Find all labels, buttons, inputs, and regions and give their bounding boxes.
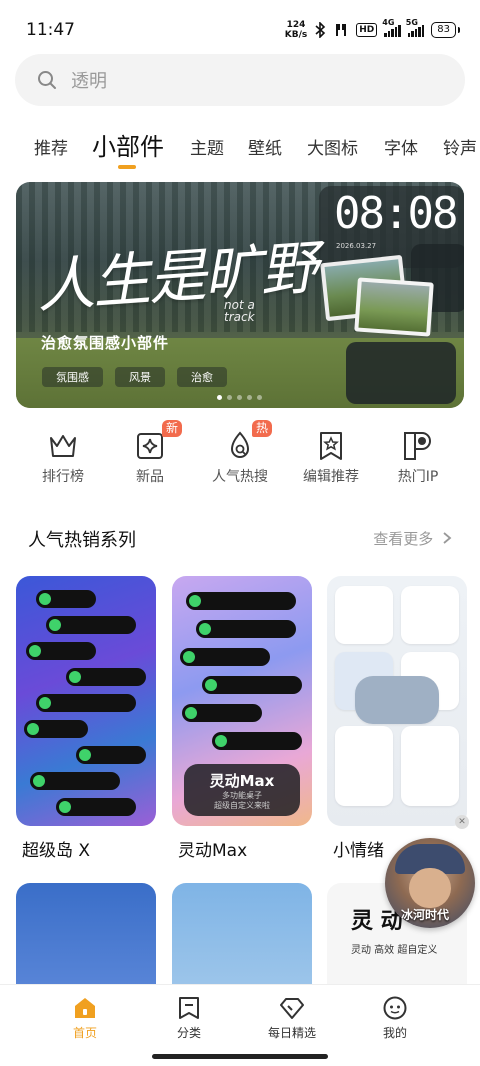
widget-tile [401, 586, 459, 644]
widget-pill [186, 592, 296, 610]
shortcut-new[interactable]: 新 新品 [105, 420, 195, 486]
widget-tile [335, 586, 393, 644]
product-name: 灵动Max [178, 841, 248, 861]
widget-pill [26, 642, 96, 660]
star-bookmark-icon [313, 428, 349, 464]
pagination-dot [247, 395, 252, 400]
earbuds-icon [336, 24, 347, 36]
status-time: 11:47 [26, 20, 75, 40]
banner-clock-time: 08:08 [334, 188, 458, 239]
product-card[interactable] [16, 883, 156, 993]
ip-icon [400, 428, 436, 464]
home-icon [72, 995, 98, 1021]
diamond-icon [279, 995, 305, 1021]
profile-icon [382, 995, 408, 1021]
tab-fonts[interactable]: 字体 [384, 134, 418, 159]
pagination-dot [237, 395, 242, 400]
product-card-little-mood[interactable] [327, 576, 467, 826]
widget-pill [76, 746, 146, 764]
widget-pill [46, 616, 136, 634]
widget-tile [401, 726, 459, 806]
product-card-super-island[interactable] [16, 576, 156, 826]
product-card-dynamic-max[interactable]: 灵动Max 多功能桌子 超级自定义来啦 [172, 576, 312, 826]
banner-tags: 氛围感 风景 治愈 [42, 367, 227, 387]
close-icon[interactable]: ✕ [455, 815, 469, 829]
banner-pagination [217, 395, 262, 400]
new-badge: 新 [161, 420, 182, 437]
banner-subtitle: 治愈氛围感小部件 [41, 334, 170, 352]
search-input[interactable]: 透明 [71, 67, 107, 93]
avatar-face [409, 868, 451, 908]
product-name: 小情绪 [333, 841, 384, 861]
robot-widget [355, 676, 439, 724]
tab-ringtones[interactable]: 铃声 [443, 134, 477, 159]
search-icon [38, 71, 56, 89]
widget-pill [30, 772, 120, 790]
category-tabs: 推荐 小部件 主题 壁纸 大图标 字体 铃声 [0, 122, 480, 172]
nav-profile[interactable]: 我的 [355, 995, 435, 1041]
bluetooth-icon [315, 22, 326, 38]
promo-banner[interactable]: 08:08 2026.03.27 人生是旷野 not a track 治愈氛围感… [16, 182, 464, 408]
pagination-dot [257, 395, 262, 400]
battery-indicator: 83 [431, 22, 460, 38]
widget-pill [36, 694, 136, 712]
widget-pill [180, 648, 270, 666]
floating-ad-text: 冰河时代 [401, 908, 450, 922]
search-bar[interactable]: 透明 [15, 54, 465, 106]
shortcut-hot-search[interactable]: 热 人气热搜 [195, 420, 285, 486]
signal-sim1-icon: 4G [382, 18, 401, 37]
banner-tag: 风景 [115, 367, 165, 387]
tab-themes[interactable]: 主题 [190, 134, 224, 159]
banner-tag: 治愈 [177, 367, 227, 387]
floating-ad[interactable]: 冰河时代 [385, 838, 475, 928]
tab-widgets[interactable]: 小部件 [92, 127, 164, 162]
widget-tile [335, 726, 393, 806]
crown-icon [45, 428, 81, 464]
widget-pill [212, 732, 302, 750]
tab-wallpapers[interactable]: 壁纸 [248, 134, 282, 159]
product-overlay: 灵动Max 多功能桌子 超级自定义来啦 [184, 764, 300, 816]
widget-pill [202, 676, 302, 694]
shortcut-editor-picks[interactable]: 编辑推荐 [286, 428, 376, 486]
banner-tag: 氛围感 [42, 367, 103, 387]
tab-large-icons[interactable]: 大图标 [307, 134, 358, 159]
banner-info-widget [346, 342, 456, 404]
widget-pill [196, 620, 296, 638]
nav-home[interactable]: 首页 [45, 995, 125, 1041]
home-indicator [152, 1054, 328, 1059]
widget-pill [182, 704, 262, 722]
widget-pill [24, 720, 88, 738]
shortcut-hot-ip[interactable]: 热门IP [373, 428, 463, 486]
widget-pill [36, 590, 96, 608]
signal-sim2-icon: 5G [406, 18, 425, 37]
shortcut-row: 排行榜 新 新品 热 人气热搜 编辑推荐 热门IP [0, 420, 480, 488]
banner-side-text: not a track [224, 298, 255, 324]
pagination-dot [217, 395, 222, 400]
status-icons: 124 KB/s HD 4G 5G 83 [284, 18, 460, 40]
flame-search-icon: 热 [222, 420, 272, 464]
network-speed: 124 KB/s [284, 20, 308, 40]
hot-badge: 热 [251, 420, 272, 437]
shortcut-ranking[interactable]: 排行榜 [18, 428, 108, 486]
section-title: 人气热销系列 [28, 530, 136, 551]
chevron-right-icon [443, 532, 452, 544]
category-icon [176, 995, 202, 1021]
product-name: 超级岛 X [22, 841, 91, 861]
widget-pill [56, 798, 136, 816]
product-card[interactable] [172, 883, 312, 993]
tab-recommend[interactable]: 推荐 [34, 134, 68, 159]
status-bar: 11:47 124 KB/s HD 4G 5G 83 [0, 0, 480, 60]
sparkle-icon: 新 [132, 420, 182, 464]
product-card-subtitle: 灵动 高效 超自定义 [351, 945, 438, 956]
nav-daily-picks[interactable]: 每日精选 [252, 995, 332, 1041]
widget-pill [66, 668, 146, 686]
pagination-dot [227, 395, 232, 400]
see-more-link[interactable]: 查看更多 [373, 528, 452, 549]
hd-badge: HD [356, 23, 378, 37]
nav-category[interactable]: 分类 [149, 995, 229, 1041]
banner-photo-widget-2 [354, 277, 434, 337]
banner-clock-date: 2026.03.27 [336, 242, 377, 250]
active-tab-indicator [118, 165, 136, 169]
